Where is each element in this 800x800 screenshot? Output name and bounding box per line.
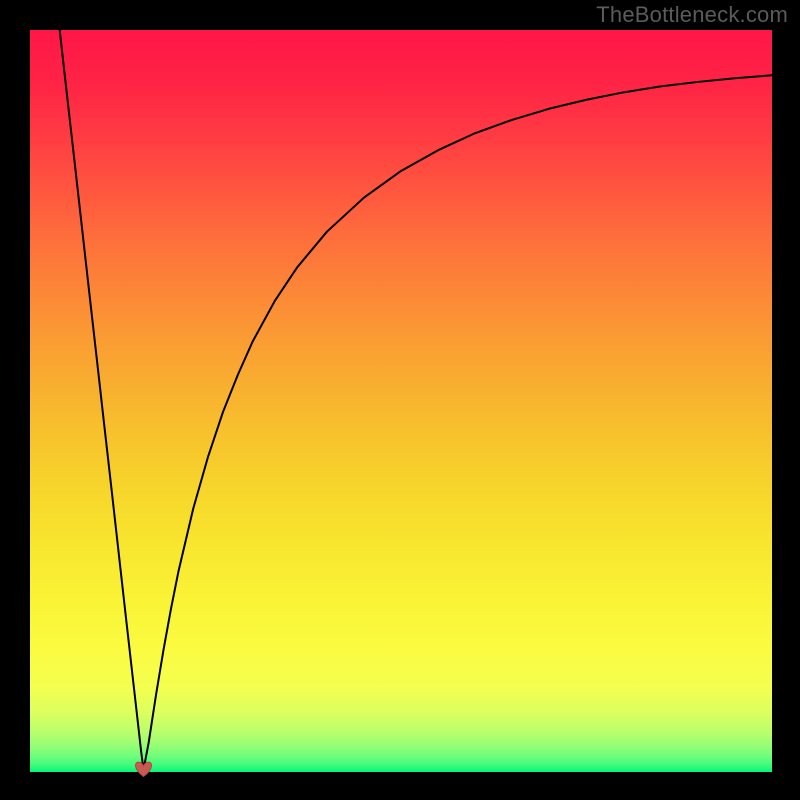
bottleneck-chart: [0, 0, 800, 800]
watermark-text: TheBottleneck.com: [596, 2, 788, 28]
chart-frame: TheBottleneck.com: [0, 0, 800, 800]
plot-background: [30, 30, 772, 772]
